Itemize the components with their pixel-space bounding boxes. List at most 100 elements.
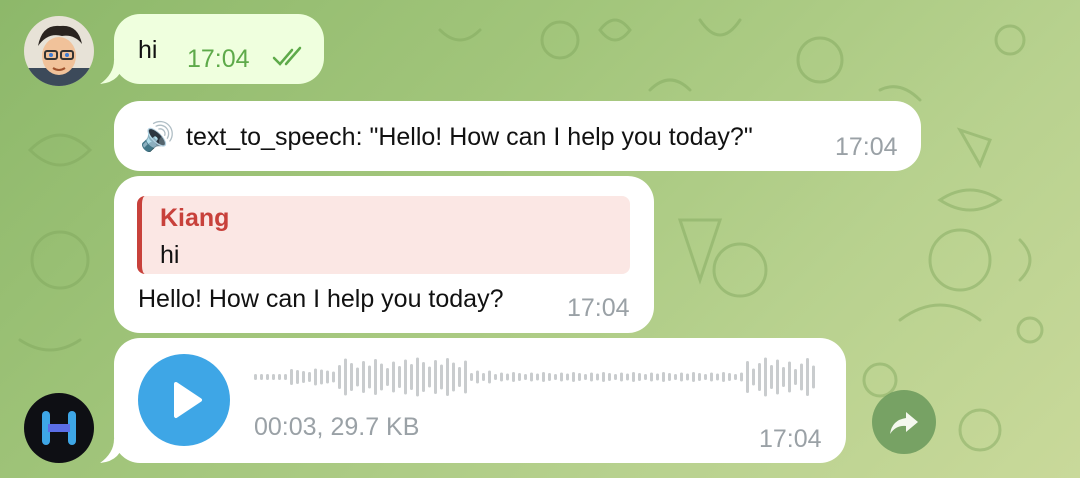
waveform-bar — [518, 373, 521, 381]
waveform-bar — [494, 374, 497, 380]
play-button[interactable] — [138, 354, 230, 446]
waveform-bar — [758, 363, 761, 391]
voice-message-time: 17:04 — [759, 425, 822, 453]
waveform-bar — [566, 373, 569, 381]
waveform-bar — [740, 372, 743, 382]
waveform-bar — [470, 373, 473, 381]
waveform-bar — [698, 373, 701, 381]
waveform-bar — [362, 361, 365, 393]
waveform-bar — [404, 359, 407, 395]
waveform-bar — [374, 359, 377, 395]
waveform-bar — [356, 367, 359, 387]
waveform-bar — [266, 374, 269, 380]
waveform-bar — [692, 372, 695, 382]
speaker-icon: 🔊 — [140, 121, 175, 152]
waveform-bar — [296, 370, 299, 384]
waveform-bar — [800, 363, 803, 391]
waveform-bar — [578, 373, 581, 381]
waveform-bar — [554, 374, 557, 380]
waveform-bar — [338, 365, 341, 389]
voice-waveform[interactable] — [252, 355, 822, 399]
waveform-bar — [368, 365, 371, 389]
waveform-bar — [290, 369, 293, 385]
waveform-bar — [674, 374, 677, 380]
waveform-bar — [422, 362, 425, 392]
waveform-bar — [386, 368, 389, 386]
waveform-bar — [458, 367, 461, 387]
waveform-bar — [632, 372, 635, 382]
waveform-bar — [506, 373, 509, 381]
double-check-icon — [272, 46, 302, 66]
waveform-bar — [668, 373, 671, 381]
waveform-bar — [764, 357, 767, 397]
waveform-bar — [782, 367, 785, 387]
waveform-bar — [746, 361, 749, 393]
voice-meta: 00:03, 29.7 KB — [254, 413, 420, 441]
waveform-bar — [626, 373, 629, 381]
incoming-bubble-tail — [100, 439, 124, 463]
waveform-bar — [572, 372, 575, 382]
waveform-bar — [710, 372, 713, 382]
play-icon — [174, 382, 202, 418]
user-avatar-icon — [24, 25, 94, 86]
waveform-bar — [776, 359, 779, 395]
waveform-bar — [680, 372, 683, 382]
waveform-bar — [608, 373, 611, 381]
quote-text: hi — [160, 241, 180, 269]
waveform-bar — [476, 370, 479, 384]
user-avatar[interactable] — [24, 16, 94, 86]
waveform-bar — [452, 362, 455, 392]
waveform-bar — [380, 363, 383, 391]
waveform-bar — [770, 365, 773, 389]
waveform-bar — [320, 369, 323, 385]
waveform-bar — [752, 368, 755, 386]
tts-message-time: 17:04 — [835, 133, 898, 161]
waveform-bar — [434, 360, 437, 394]
waveform-bar — [620, 372, 623, 382]
waveform-bar — [806, 358, 809, 396]
waveform-bar — [560, 372, 563, 382]
outgoing-bubble-tail — [100, 60, 124, 84]
waveform-bar — [428, 366, 431, 388]
waveform-bar — [530, 372, 533, 382]
waveform-bar — [614, 374, 617, 380]
waveform-bar — [734, 374, 737, 380]
waveform-bar — [644, 374, 647, 380]
waveform-bar — [254, 374, 257, 380]
waveform-bar — [446, 358, 449, 396]
forward-button[interactable] — [872, 390, 936, 454]
share-arrow-icon — [890, 412, 918, 434]
waveform-bar — [392, 361, 395, 393]
waveform-bar — [662, 372, 665, 382]
waveform-bar — [488, 370, 491, 384]
waveform-bar — [716, 373, 719, 381]
waveform-bar — [398, 366, 401, 388]
waveform-bar — [302, 371, 305, 383]
waveform-bar — [584, 374, 587, 380]
waveform-bar — [464, 360, 467, 394]
reply-message-time: 17:04 — [567, 294, 630, 322]
waveform-bar — [500, 372, 503, 382]
waveform-bar — [686, 373, 689, 381]
waveform-bar — [314, 368, 317, 386]
waveform-bar — [728, 373, 731, 381]
waveform-bar — [650, 372, 653, 382]
reply-message-text: Hello! How can I help you today? — [138, 285, 504, 313]
waveform-bar — [308, 372, 311, 382]
bot-avatar[interactable] — [24, 393, 94, 463]
outgoing-message-time: 17:04 — [187, 45, 250, 73]
waveform-bar — [704, 374, 707, 380]
waveform-bar — [332, 371, 335, 383]
waveform-bar — [596, 373, 599, 381]
waveform-bar — [344, 358, 347, 396]
waveform-bar — [278, 374, 281, 380]
waveform-bar — [512, 372, 515, 382]
waveform-bar — [350, 363, 353, 391]
waveform-bar — [548, 373, 551, 381]
waveform-bar — [482, 373, 485, 381]
waveform-bar — [656, 373, 659, 381]
waveform-bar — [794, 369, 797, 385]
waveform-bar — [542, 372, 545, 382]
tts-message-text: text_to_speech: "Hello! How can I help y… — [186, 123, 753, 151]
waveform-bar — [638, 373, 641, 381]
